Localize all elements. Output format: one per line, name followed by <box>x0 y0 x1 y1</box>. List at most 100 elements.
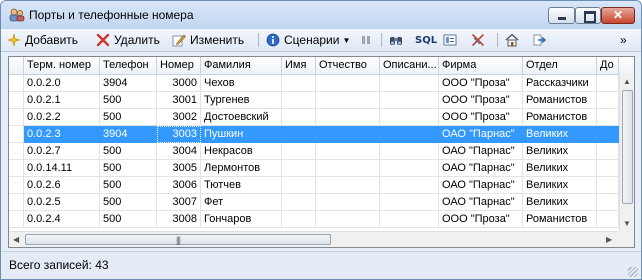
table-cell[interactable] <box>380 109 439 126</box>
table-cell[interactable] <box>380 92 439 109</box>
row-indicator[interactable] <box>9 160 24 177</box>
close-button[interactable]: ✕ <box>601 7 635 24</box>
delete-button[interactable]: Удалить <box>96 31 160 49</box>
table-cell[interactable]: ОАО "Парнас" <box>439 160 523 177</box>
table-cell[interactable]: 500 <box>100 109 157 126</box>
home-button[interactable] <box>505 31 523 49</box>
table-row[interactable]: 0.0.2.0 3904 3000 Чехов ООО "Проза" Рассказчи… <box>9 75 619 92</box>
table-cell[interactable] <box>282 211 316 228</box>
table-cell[interactable] <box>380 194 439 211</box>
table-cell[interactable]: 3001 <box>157 92 201 109</box>
column-header[interactable]: Имя <box>282 57 316 74</box>
table-cell[interactable] <box>597 126 619 143</box>
minimize-button[interactable] <box>548 7 575 24</box>
table-cell[interactable] <box>282 126 316 143</box>
resize-grip-icon[interactable] <box>628 267 638 277</box>
toolbar-overflow-button[interactable]: » <box>620 31 627 49</box>
table-cell[interactable] <box>597 75 619 92</box>
table-cell[interactable]: 500 <box>100 92 157 109</box>
table-cell[interactable]: 500 <box>100 194 157 211</box>
table-cell[interactable] <box>597 109 619 126</box>
table-cell[interactable]: 3002 <box>157 109 201 126</box>
column-header[interactable]: Фирма <box>439 57 523 74</box>
table-cell[interactable] <box>316 109 380 126</box>
table-cell[interactable]: 3904 <box>100 126 157 143</box>
scroll-left-icon[interactable]: ◀ <box>13 235 19 244</box>
table-cell[interactable]: ОАО "Парнас" <box>439 126 523 143</box>
table-cell[interactable]: Великих <box>523 143 597 160</box>
table-cell[interactable]: Достоевский <box>201 109 282 126</box>
table-cell[interactable]: 0.0.2.5 <box>24 194 100 211</box>
table-row[interactable]: 0.0.2.3 3904 3003 Пушкин ОАО "Парнас" Великих <box>9 126 619 143</box>
table-cell[interactable] <box>597 92 619 109</box>
table-cell[interactable] <box>380 126 439 143</box>
column-header[interactable]: Терм. номер <box>24 57 100 74</box>
table-cell[interactable]: ООО "Проза" <box>439 109 523 126</box>
table-cell[interactable]: Фет <box>201 194 282 211</box>
table-cell[interactable] <box>282 75 316 92</box>
table-cell[interactable] <box>597 194 619 211</box>
table-cell[interactable] <box>316 177 380 194</box>
row-indicator[interactable] <box>9 177 24 194</box>
table-cell[interactable]: 0.0.14.11 <box>24 160 100 177</box>
row-indicator[interactable] <box>9 211 24 228</box>
table-cell[interactable] <box>597 177 619 194</box>
vertical-scrollbar[interactable]: ▲ ▼ <box>619 74 634 231</box>
export-button[interactable] <box>533 31 551 49</box>
clear-filter-button[interactable] <box>471 31 489 49</box>
table-cell[interactable]: 3005 <box>157 160 201 177</box>
vertical-scroll-thumb[interactable] <box>622 90 633 204</box>
table-cell[interactable] <box>282 194 316 211</box>
table-cell[interactable]: 3004 <box>157 143 201 160</box>
table-cell[interactable]: 0.0.2.4 <box>24 211 100 228</box>
table-cell[interactable]: Тютчев <box>201 177 282 194</box>
table-cell[interactable]: 0.0.2.7 <box>24 143 100 160</box>
table-cell[interactable] <box>316 75 380 92</box>
row-indicator[interactable] <box>9 143 24 160</box>
table-cell[interactable]: Гончаров <box>201 211 282 228</box>
table-row[interactable]: 0.0.2.5 500 3007 Фет ОАО "Парнас" Великих <box>9 194 619 211</box>
maximize-button[interactable] <box>575 7 601 24</box>
table-cell[interactable]: ОАО "Парнас" <box>439 194 523 211</box>
table-cell[interactable]: 3904 <box>100 75 157 92</box>
table-cell[interactable] <box>380 75 439 92</box>
table-cell[interactable]: 0.0.2.3 <box>24 126 100 143</box>
column-header[interactable]: Номер <box>157 57 201 74</box>
column-header[interactable]: Телефон <box>100 57 157 74</box>
table-cell[interactable] <box>282 177 316 194</box>
table-cell[interactable]: ООО "Проза" <box>439 75 523 92</box>
table-cell[interactable]: Великих <box>523 126 597 143</box>
table-cell[interactable]: 500 <box>100 177 157 194</box>
scroll-up-icon[interactable]: ▲ <box>623 77 631 86</box>
table-cell[interactable]: 0.0.2.6 <box>24 177 100 194</box>
table-cell[interactable] <box>282 143 316 160</box>
table-cell[interactable] <box>316 211 380 228</box>
table-cell[interactable]: ОАО "Парнас" <box>439 143 523 160</box>
table-cell[interactable]: Лермонтов <box>201 160 282 177</box>
table-cell[interactable] <box>282 160 316 177</box>
table-cell[interactable]: Чехов <box>201 75 282 92</box>
row-indicator[interactable] <box>9 194 24 211</box>
table-cell[interactable] <box>316 160 380 177</box>
table-cell[interactable]: 500 <box>100 143 157 160</box>
find-button[interactable] <box>389 31 407 49</box>
column-header[interactable]: До <box>597 57 619 74</box>
table-cell[interactable] <box>597 143 619 160</box>
table-cell[interactable]: ОАО "Парнас" <box>439 177 523 194</box>
table-row[interactable]: 0.0.2.1 500 3001 Тургенев ООО "Проза" Романис… <box>9 92 619 109</box>
table-row[interactable]: 0.0.14.11 500 3005 Лермонтов ОАО "Парнас" Вел… <box>9 160 619 177</box>
table-cell[interactable]: Романистов <box>523 109 597 126</box>
table-cell[interactable]: 3003 <box>157 126 201 143</box>
table-cell[interactable]: 0.0.2.2 <box>24 109 100 126</box>
row-indicator[interactable] <box>9 75 24 92</box>
table-row[interactable]: 0.0.2.4 500 3008 Гончаров ООО "Проза" Романис… <box>9 211 619 228</box>
table-cell[interactable]: 3008 <box>157 211 201 228</box>
horizontal-scrollbar[interactable]: ◀ ||| ▶ <box>9 231 619 247</box>
table-cell[interactable]: 500 <box>100 160 157 177</box>
table-row[interactable]: 0.0.2.7 500 3004 Некрасов ОАО "Парнас" Велики… <box>9 143 619 160</box>
table-cell[interactable] <box>380 177 439 194</box>
column-header[interactable]: Отдел <box>523 57 597 74</box>
row-indicator[interactable] <box>9 126 24 143</box>
add-button[interactable]: Добавить <box>7 31 78 49</box>
scroll-right-icon[interactable]: ▶ <box>606 235 612 244</box>
